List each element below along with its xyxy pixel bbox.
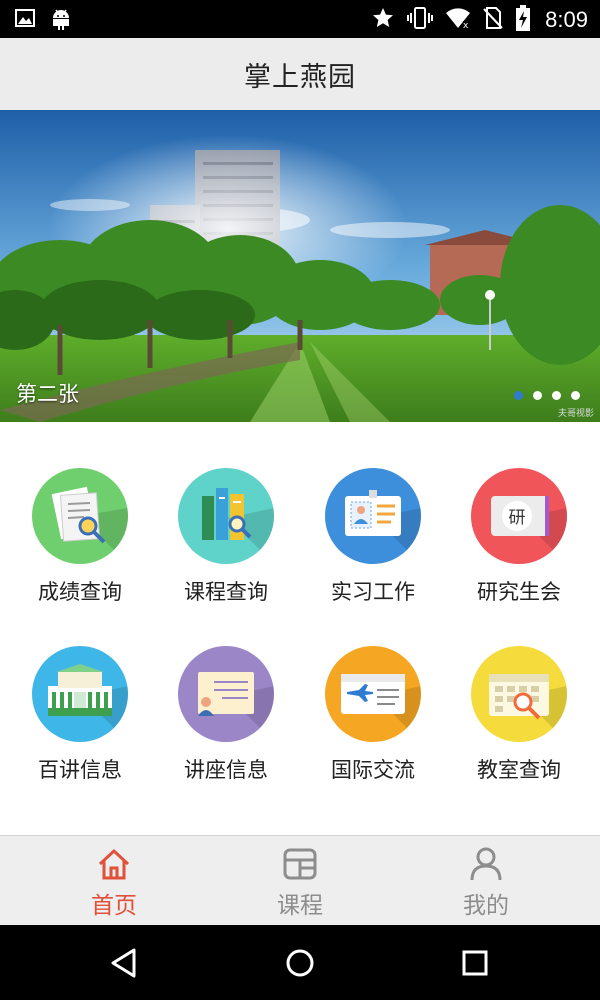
vibrate-icon bbox=[407, 6, 434, 34]
app-header: 掌上燕园 bbox=[0, 38, 600, 111]
system-nav-bar bbox=[0, 925, 600, 1000]
star-icon bbox=[371, 6, 395, 34]
course-query-button[interactable]: 课程查询 bbox=[153, 468, 299, 628]
person-icon bbox=[386, 846, 586, 886]
tab-label: 我的 bbox=[463, 893, 509, 919]
carousel-dot[interactable] bbox=[514, 391, 523, 400]
tab-mine[interactable]: 我的 bbox=[386, 836, 586, 926]
recents-icon[interactable] bbox=[460, 948, 490, 982]
auditorium-info-button[interactable]: 百讲信息 bbox=[7, 646, 153, 806]
svg-text:研: 研 bbox=[509, 508, 526, 528]
status-bar: x 8:09 bbox=[0, 0, 600, 38]
grid-item-label: 讲座信息 bbox=[184, 758, 268, 782]
android-icon bbox=[50, 6, 72, 34]
books-icon bbox=[178, 468, 274, 564]
grid-item-label: 教室查询 bbox=[477, 758, 561, 782]
lecture-info-button[interactable]: 讲座信息 bbox=[153, 646, 299, 806]
international-exchange-button[interactable]: 国际交流 bbox=[300, 646, 446, 806]
banner-watermark: 夫哥视影 bbox=[557, 409, 594, 419]
graduate-board-icon: 研 bbox=[471, 468, 567, 564]
tab-home[interactable]: 首页 bbox=[14, 836, 214, 926]
flight-ticket-icon bbox=[325, 646, 421, 742]
carousel-dot[interactable] bbox=[571, 391, 580, 400]
feature-grid: 成绩查询 课程查询 实习工作 研 研究生会 百讲信息 讲座信息 国际交流 教室查… bbox=[0, 422, 600, 835]
status-time: 8:09 bbox=[545, 7, 588, 32]
home-circle-icon[interactable] bbox=[284, 947, 316, 983]
page-title: 掌上燕园 bbox=[244, 61, 356, 93]
home-icon bbox=[14, 846, 214, 886]
bottom-tab-bar: 首页 课程 我的 bbox=[0, 835, 600, 926]
grid-item-label: 成绩查询 bbox=[38, 580, 122, 604]
grade-query-button[interactable]: 成绩查询 bbox=[7, 468, 153, 628]
tab-label: 首页 bbox=[91, 893, 137, 919]
graduate-union-button[interactable]: 研 研究生会 bbox=[446, 468, 592, 628]
course-grid-icon bbox=[200, 846, 400, 886]
tab-course[interactable]: 课程 bbox=[200, 836, 400, 926]
grid-item-label: 研究生会 bbox=[477, 580, 561, 604]
banner-image bbox=[0, 110, 600, 422]
internship-job-button[interactable]: 实习工作 bbox=[300, 468, 446, 628]
carousel-dot[interactable] bbox=[533, 391, 542, 400]
id-badge-icon bbox=[325, 468, 421, 564]
image-icon bbox=[14, 7, 36, 33]
lecture-icon bbox=[178, 646, 274, 742]
grid-item-label: 课程查询 bbox=[184, 580, 268, 604]
grid-item-label: 实习工作 bbox=[331, 580, 415, 604]
carousel-dot[interactable] bbox=[552, 391, 561, 400]
wifi-icon: x bbox=[445, 7, 471, 33]
banner-caption: 第二张 bbox=[16, 382, 79, 406]
no-sim-icon bbox=[483, 6, 503, 34]
classroom-query-button[interactable]: 教室查询 bbox=[446, 646, 592, 806]
auditorium-icon bbox=[32, 646, 128, 742]
back-icon[interactable] bbox=[108, 947, 140, 983]
grid-item-label: 百讲信息 bbox=[38, 758, 122, 782]
battery-icon bbox=[515, 5, 531, 35]
svg-text:x: x bbox=[463, 21, 469, 29]
grade-report-icon bbox=[32, 468, 128, 564]
grid-item-label: 国际交流 bbox=[331, 758, 415, 782]
carousel-indicator[interactable] bbox=[514, 391, 580, 400]
tab-label: 课程 bbox=[277, 893, 323, 919]
banner-carousel[interactable] bbox=[0, 110, 600, 422]
calendar-search-icon bbox=[471, 646, 567, 742]
